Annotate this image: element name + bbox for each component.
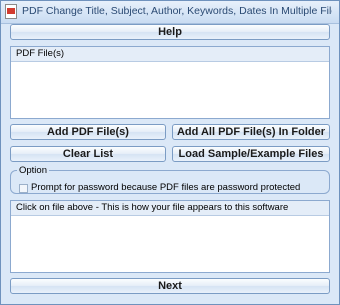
next-button[interactable]: Next: [10, 278, 330, 294]
file-preview-header: Click on file above - This is how your f…: [11, 201, 329, 216]
pdf-file-list[interactable]: PDF File(s): [10, 46, 330, 119]
pdf-file-list-header: PDF File(s): [11, 47, 329, 62]
password-checkbox-label[interactable]: Prompt for password because PDF files ar…: [31, 182, 300, 193]
clear-list-button[interactable]: Clear List: [10, 146, 166, 162]
option-group: Option Prompt for password because PDF f…: [10, 165, 330, 194]
app-window: PDF Change Title, Subject, Author, Keywo…: [0, 0, 340, 305]
option-legend: Option: [17, 165, 49, 176]
file-preview-panel[interactable]: Click on file above - This is how your f…: [10, 200, 330, 273]
title-bar[interactable]: PDF Change Title, Subject, Author, Keywo…: [1, 1, 339, 24]
load-sample-button[interactable]: Load Sample/Example Files: [172, 146, 330, 162]
add-all-in-folder-button[interactable]: Add All PDF File(s) In Folder: [172, 124, 330, 140]
help-button[interactable]: Help: [10, 24, 330, 40]
password-checkbox[interactable]: [19, 184, 28, 193]
add-pdf-files-button[interactable]: Add PDF File(s): [10, 124, 166, 140]
window-title: PDF Change Title, Subject, Author, Keywo…: [22, 5, 332, 17]
pdf-app-icon: [5, 4, 17, 19]
